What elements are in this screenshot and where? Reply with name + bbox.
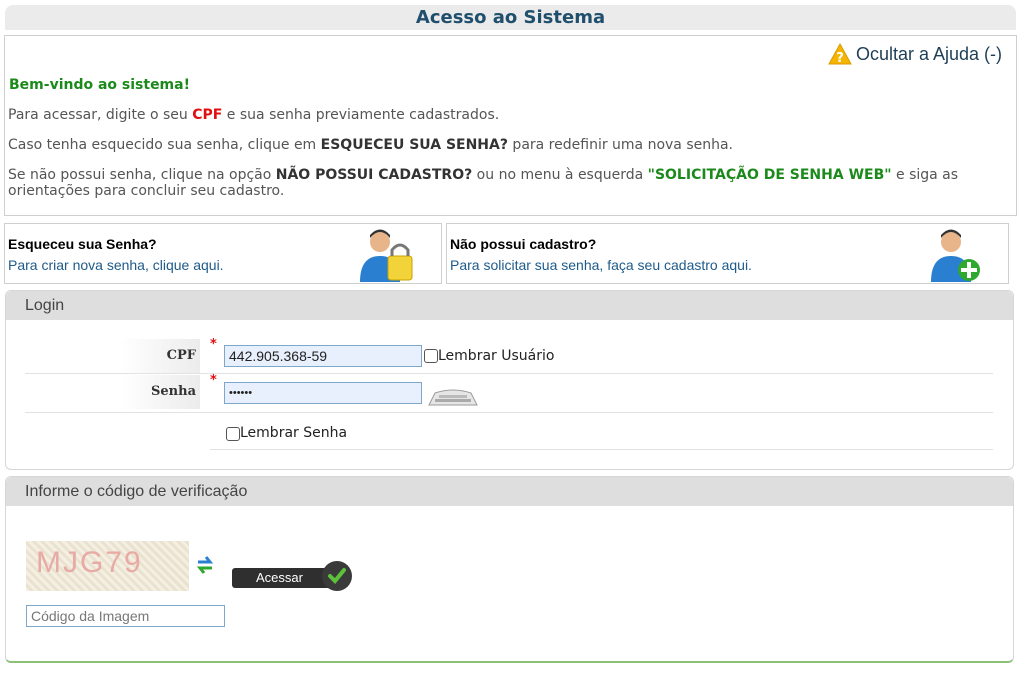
help-paragraph-forgot: Caso tenha esquecido sua senha, clique e…	[8, 137, 734, 153]
hide-help-toggle[interactable]: ? Ocultar a Ajuda (-)	[828, 42, 1002, 66]
check-icon	[328, 568, 346, 584]
remember-user-checkbox[interactable]	[424, 349, 438, 363]
forgot-password-link[interactable]: Para criar nova senha, clique aqui.	[8, 257, 224, 273]
user-add-icon	[931, 229, 980, 282]
forgot-password-title: Esqueceu sua Senha?	[8, 236, 157, 252]
refresh-captcha-icon[interactable]	[194, 553, 216, 577]
submit-label: Acessar	[232, 568, 336, 588]
cpf-label: CPF	[120, 339, 200, 373]
captcha-code-input[interactable]: Código da Imagem	[26, 605, 225, 627]
remember-user-label: Lembrar Usuário	[438, 348, 555, 364]
hide-help-label: Ocultar a Ajuda (-)	[855, 43, 1002, 64]
captcha-text: MJG79	[36, 546, 143, 579]
svg-text:?: ?	[836, 51, 844, 66]
warning-icon: ?	[828, 42, 852, 66]
page-title: Acesso ao Sistema	[415, 7, 606, 28]
help-paragraph-cpf: Para acessar, digite o seu CPF e sua sen…	[8, 107, 500, 123]
login-header: Login	[6, 291, 1013, 320]
verification-header: Informe o código de verificação	[6, 477, 1013, 506]
remember-password-checkbox[interactable]	[226, 427, 240, 441]
captcha-image: MJG79	[26, 541, 189, 591]
submit-button[interactable]: Acessar	[232, 561, 352, 591]
register-title: Não possui cadastro?	[450, 236, 597, 252]
help-paragraph-register: Se não possui senha, clique na opção NÃO…	[8, 167, 959, 199]
virtual-keyboard-icon[interactable]	[427, 383, 479, 407]
cpf-required-mark: *	[210, 337, 217, 352]
forgot-password-card[interactable]: Esqueceu sua Senha? Para criar nova senh…	[4, 223, 442, 284]
page-title-bar: Acesso ao Sistema	[5, 5, 1016, 30]
row-divider	[210, 449, 993, 450]
welcome-heading: Bem-vindo ao sistema!	[9, 77, 190, 93]
check-icon-bg	[322, 561, 352, 591]
row-divider	[25, 373, 993, 374]
password-required-mark: *	[210, 373, 217, 388]
cpf-input[interactable]: 442.905.368-59	[224, 345, 422, 367]
password-input[interactable]: ••••••	[224, 382, 422, 404]
row-divider	[25, 412, 993, 413]
password-label: Senha	[120, 375, 200, 409]
help-panel: ? Ocultar a Ajuda (-) Bem-vindo ao siste…	[4, 35, 1017, 216]
remember-password-label: Lembrar Senha	[240, 425, 348, 441]
user-lock-icon	[360, 229, 413, 282]
register-card[interactable]: Não possui cadastro? Para solicitar sua …	[446, 223, 1009, 284]
register-link[interactable]: Para solicitar sua senha, faça seu cadas…	[450, 257, 752, 273]
